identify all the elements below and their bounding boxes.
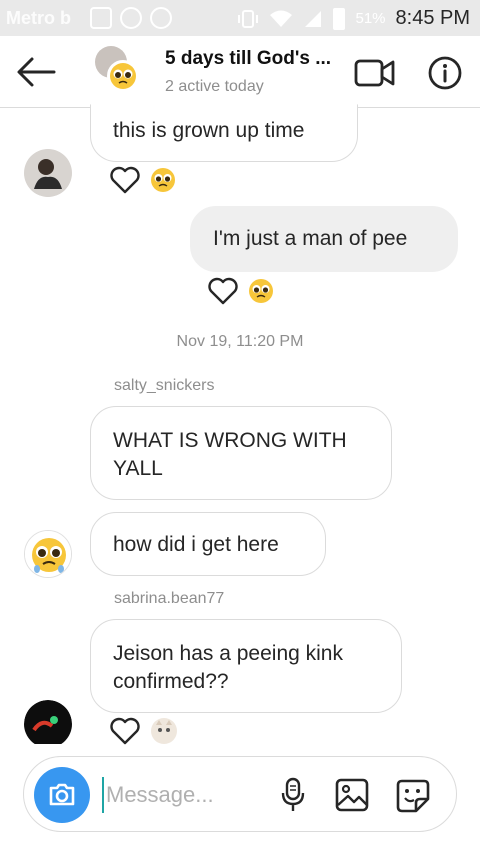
sender-name: sabrina.bean77: [114, 590, 225, 607]
message-text: I'm just a man of pee: [213, 227, 408, 250]
message-bubble[interactable]: this is grown up time: [90, 104, 358, 162]
message-text: Jeison has a peeing kink confirmed??: [113, 642, 343, 693]
sender-avatar[interactable]: [24, 530, 72, 578]
active-status: 2 active today: [165, 78, 264, 95]
reactor-avatar-icon: [151, 168, 175, 192]
reaction-row: [110, 717, 178, 745]
instagram-notification-icon: [120, 7, 142, 29]
reactor-avatar-icon: [151, 718, 177, 744]
heart-icon[interactable]: [208, 277, 238, 305]
message-input[interactable]: [102, 777, 272, 813]
info-button[interactable]: [428, 56, 462, 90]
sender-avatar[interactable]: [24, 149, 72, 197]
message-bubble[interactable]: WHAT IS WRONG WITH YALL: [90, 406, 392, 500]
vibrate-icon: [238, 9, 259, 28]
gallery-icon: [335, 778, 369, 812]
thread-title[interactable]: 5 days till God's ...: [165, 48, 331, 70]
signal-icon: [305, 10, 322, 27]
heart-icon[interactable]: [110, 717, 140, 745]
gallery-button[interactable]: [334, 777, 370, 813]
message-text: WHAT IS WRONG WITH YALL: [113, 429, 347, 480]
battery-icon: [333, 7, 346, 30]
status-bar: Metro b 51% 8:45 PM: [0, 0, 480, 36]
battery-percent: 51%: [355, 10, 386, 27]
video-call-icon: [354, 59, 395, 87]
my-message-bubble[interactable]: I'm just a man of pee: [190, 206, 458, 272]
notification-icons: [90, 7, 172, 29]
sender-avatar[interactable]: [24, 700, 72, 744]
timestamp-divider: Nov 19, 11:20 PM: [176, 333, 304, 350]
message-bubble[interactable]: Jeison has a peeing kink confirmed??: [90, 619, 402, 713]
reaction-row: [110, 166, 176, 194]
message-text: this is grown up time: [113, 119, 305, 142]
sticker-button[interactable]: [394, 777, 432, 815]
back-button[interactable]: [16, 56, 56, 88]
thread-header: 5 days till God's ... 2 active today: [0, 36, 480, 108]
wifi-icon: [270, 10, 293, 27]
microphone-icon: [281, 777, 305, 811]
system-indicators: 51% 8:45 PM: [237, 7, 470, 30]
message-text: how did i get here: [113, 533, 279, 556]
group-avatar[interactable]: [95, 46, 141, 96]
reaction-row: [208, 277, 274, 305]
clock: 8:45 PM: [395, 7, 470, 29]
message-bubble[interactable]: how did i get here: [90, 512, 326, 576]
carrier-label: Metro b: [6, 8, 71, 28]
voice-message-button[interactable]: [278, 777, 308, 813]
pleading-face-avatar: [107, 60, 139, 92]
back-arrow-icon: [17, 57, 56, 87]
message-notification-icon: [90, 7, 112, 29]
message-composer: [23, 756, 457, 832]
reactor-avatar-icon: [249, 279, 273, 303]
instagram-notification-icon-2: [150, 7, 172, 29]
sticker-icon: [396, 779, 430, 813]
camera-icon: [49, 783, 75, 806]
camera-button[interactable]: [34, 767, 90, 823]
sender-name: salty_snickers: [114, 377, 215, 394]
heart-icon[interactable]: [110, 166, 140, 194]
info-icon: [428, 56, 462, 90]
video-call-button[interactable]: [354, 56, 396, 90]
